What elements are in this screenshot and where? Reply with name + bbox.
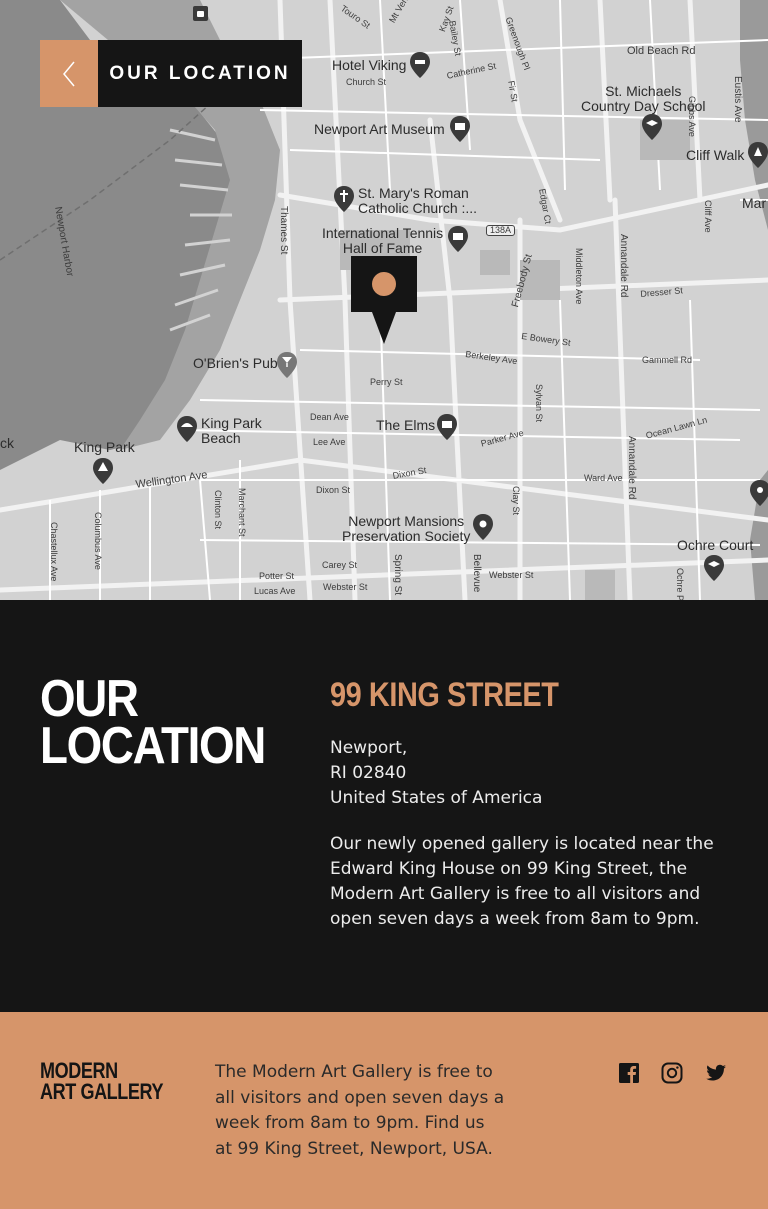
page-title: OUR LOCATION — [109, 62, 291, 84]
map-label-webster-st: Webster St — [323, 582, 368, 592]
instagram-icon[interactable] — [661, 1062, 683, 1084]
map-label-ck: ck — [0, 435, 14, 451]
map-label-clay-st: Clay St — [511, 486, 521, 516]
map-label-clinton-st: Clinton St — [213, 490, 223, 530]
logo-line-1: MODERN — [40, 1058, 118, 1083]
map-label-gammell-rd: Gammell Rd — [642, 355, 693, 365]
logo-line-2: ART GALLERY — [40, 1079, 164, 1104]
address-line-country: United States of America — [330, 788, 543, 808]
poi-icon[interactable] — [750, 480, 768, 506]
map-label-the-elms: The Elms — [376, 417, 436, 433]
map-label-tennis-hof: International Tennis Hall of Fame — [322, 225, 444, 256]
location-map[interactable]: Hotel Viking Old Beach Rd St. Michaels C… — [0, 0, 768, 600]
gallery-logo[interactable]: MODERN ART GALLERY — [40, 1058, 164, 1104]
map-label-annandale-rd-2: Annandale Rd — [626, 436, 637, 500]
map-label-columbus-ave: Columbus Ave — [93, 512, 103, 570]
map-label-gibbs-ave: Gibbs Ave — [687, 96, 697, 137]
map-label-church-st: Church St — [346, 77, 387, 87]
map-label-spring-st: Spring St — [392, 554, 403, 596]
gallery-location-marker[interactable] — [351, 256, 417, 344]
street-address-heading: 99 KING STREET — [330, 676, 559, 714]
map-label-ochre-court: Ochre Court — [677, 537, 754, 553]
map-label-mar: Mar — [742, 195, 767, 211]
map-label-potter-st: Potter St — [259, 571, 295, 581]
address-line-state-zip: RI 02840 — [330, 763, 407, 783]
map-label-marchant-st: Marchant St — [237, 488, 247, 537]
cliff-walk-icon[interactable] — [748, 142, 768, 168]
ochre-court-icon[interactable] — [704, 555, 724, 581]
map-label-middleton-ave: Middleton Ave — [574, 248, 584, 305]
map-label-old-beach-rd: Old Beach Rd — [627, 45, 696, 57]
map-label-obriens-pub: O'Brien's Pub — [193, 355, 278, 371]
map-label-eustis-ave: Eustis Ave — [732, 76, 743, 123]
footer: MODERN ART GALLERY The Modern Art Galler… — [0, 1012, 768, 1209]
map-label-cliff-ave: Cliff Ave — [703, 200, 713, 233]
page-title-box: OUR LOCATION — [98, 40, 302, 107]
newport-mansions-icon[interactable] — [473, 514, 493, 540]
church-icon[interactable] — [334, 186, 354, 212]
location-description: Our newly opened gallery is located near… — [330, 834, 714, 929]
map-label-carey-st: Carey St — [322, 560, 358, 570]
location-info-section: OUR LOCATION 99 KING STREET Newport, RI … — [0, 600, 768, 1012]
postal-address: Newport, RI 02840 United States of Ameri… — [330, 736, 542, 811]
the-elms-icon[interactable] — [437, 414, 457, 440]
map-label-dixon-st: Dixon St — [316, 485, 351, 495]
map-label-lee-ave: Lee Ave — [313, 437, 346, 447]
map-label-webster-st-2: Webster St — [489, 570, 534, 580]
map-label-bellevue: Bellevue — [471, 554, 482, 593]
hotel-icon[interactable] — [410, 52, 430, 78]
route-138a-shield: 138A — [486, 225, 516, 237]
parking-icon[interactable] — [193, 6, 208, 21]
map-label-cliff-walk: Cliff Walk — [686, 147, 745, 163]
map-label-perry-st: Perry St — [370, 377, 403, 387]
address-line-city: Newport, — [330, 738, 408, 758]
map-label-newport-mansions: Newport Mansions Preservation Society — [342, 513, 471, 544]
map-label-king-park: King Park — [74, 439, 135, 455]
map-label-ochre-pt: Ochre Pt — [675, 568, 685, 600]
beach-icon[interactable] — [177, 416, 197, 442]
chevron-left-icon — [63, 61, 75, 86]
map-label-king-park-beach: King Park Beach — [201, 415, 262, 446]
map-label-chastellux-ave: Chastellux Ave — [49, 522, 59, 582]
map-label-newport-art-museum: Newport Art Museum — [314, 121, 445, 137]
bar-icon[interactable] — [277, 352, 297, 378]
map-label-st-marys: St. Mary's Roman Catholic Church :... — [358, 185, 478, 216]
tennis-hof-icon[interactable] — [448, 226, 468, 252]
map-label-hotel-viking: Hotel Viking — [332, 57, 407, 73]
twitter-icon[interactable] — [705, 1062, 727, 1084]
map-label-sylvan-st: Sylvan St — [534, 384, 544, 423]
map-label-ward-ave: Ward Ave — [584, 473, 623, 483]
facebook-icon[interactable] — [618, 1062, 640, 1084]
museum-icon[interactable] — [450, 116, 470, 142]
map-label-dean-ave: Dean Ave — [310, 412, 349, 422]
school-icon[interactable] — [642, 114, 662, 140]
park-icon[interactable] — [93, 458, 113, 484]
map-label-thames-st: Thames St — [278, 206, 289, 255]
map-label-annandale-rd: Annandale Rd — [618, 234, 629, 298]
location-heading: OUR LOCATION — [40, 670, 266, 775]
map-label-lucas-ave: Lucas Ave — [254, 586, 296, 596]
back-button[interactable] — [40, 40, 98, 107]
footer-description: The Modern Art Gallery is free to all vi… — [215, 1062, 505, 1159]
